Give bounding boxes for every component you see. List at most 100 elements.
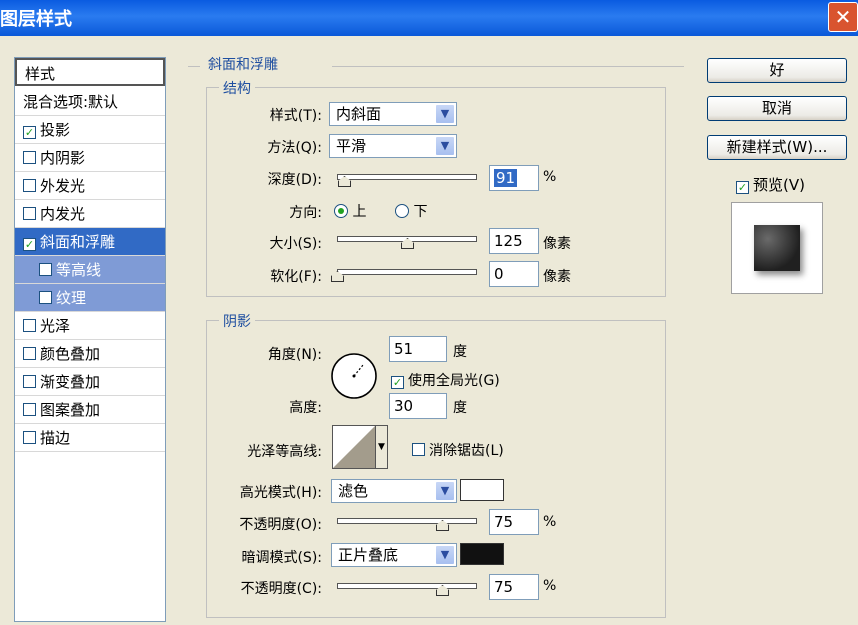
highlight-mode-label: 高光模式(H):	[239, 485, 322, 501]
highlight-opacity-slider[interactable]	[337, 515, 477, 531]
bevel-emboss-legend: 斜面和浮雕	[204, 54, 282, 74]
style-list-item-label: 内阴影	[40, 149, 86, 167]
style-list-item-label: 图案叠加	[40, 401, 101, 419]
gloss-contour-picker[interactable]: ▼	[332, 425, 388, 469]
structure-group: 结构 样式(T): 内斜面 ▼ 方法(Q): 平滑 ▼ 深度(D): 91 % …	[206, 78, 666, 297]
soften-slider[interactable]	[331, 266, 477, 282]
ok-button[interactable]: 好	[707, 58, 847, 83]
divider	[332, 66, 684, 67]
direction-up-radio[interactable]: 上	[334, 201, 366, 221]
style-list-item[interactable]: 光泽	[15, 312, 165, 340]
checkbox-icon[interactable]	[23, 179, 36, 192]
style-list-item[interactable]: ✓ 投影	[15, 116, 165, 144]
depth-input[interactable]: 91	[489, 165, 539, 191]
chevron-down-icon: ▼	[435, 545, 455, 565]
style-list-item-label: 渐变叠加	[40, 373, 101, 391]
checkmark-icon: ✓	[391, 376, 404, 389]
chevron-down-icon: ▼	[435, 104, 455, 124]
close-icon: ✕	[834, 5, 852, 29]
style-list-item-label: 斜面和浮雕	[40, 233, 116, 251]
shadow-color-swatch[interactable]	[460, 543, 504, 565]
close-button[interactable]: ✕	[828, 2, 858, 32]
preview-thumbnail	[731, 202, 823, 294]
altitude-label: 高度:	[289, 400, 322, 416]
checkbox-icon[interactable]	[39, 291, 52, 304]
checkmark-icon[interactable]: ✓	[23, 126, 36, 139]
altitude-input[interactable]: 30	[389, 393, 447, 419]
shadow-opacity-slider[interactable]	[337, 580, 477, 596]
size-input[interactable]: 125	[489, 228, 539, 254]
title-bar: 图层样式 ✕	[0, 0, 858, 36]
cancel-button[interactable]: 取消	[707, 96, 847, 121]
highlight-opacity-label: 不透明度(O):	[239, 517, 322, 533]
checkbox-icon[interactable]	[23, 347, 36, 360]
style-list-item-label: 混合选项:默认	[23, 93, 119, 111]
style-list-header[interactable]: 样式	[15, 58, 165, 86]
direction-label: 方向:	[289, 205, 322, 221]
checkbox-icon[interactable]	[23, 207, 36, 220]
style-list-item[interactable]: 内阴影	[15, 144, 165, 172]
shadow-opacity-label: 不透明度(C):	[240, 581, 322, 597]
technique-select[interactable]: 平滑 ▼	[329, 134, 457, 158]
highlight-mode-value: 滤色	[338, 482, 369, 500]
highlight-opacity-input[interactable]: 75	[489, 509, 539, 535]
shading-legend: 阴影	[219, 311, 255, 331]
checkmark-icon[interactable]: ✓	[23, 238, 36, 251]
angle-label: 角度(N):	[267, 347, 322, 363]
chevron-down-icon: ▼	[435, 481, 455, 501]
style-list-item-label: 颜色叠加	[40, 345, 101, 363]
depth-label: 深度(D):	[267, 172, 322, 188]
shadow-mode-select[interactable]: 正片叠底 ▼	[331, 543, 457, 567]
style-list-item[interactable]: 渐变叠加	[15, 368, 165, 396]
preview-swatch	[754, 225, 800, 271]
checkbox-icon[interactable]	[23, 319, 36, 332]
highlight-color-swatch[interactable]	[460, 479, 504, 501]
style-list-item-label: 纹理	[56, 289, 87, 307]
style-list-item[interactable]: 图案叠加	[15, 396, 165, 424]
antialias-checkbox[interactable]: 消除锯齿(L)	[412, 440, 504, 460]
style-list-item[interactable]: 描边	[15, 424, 165, 452]
style-label: 样式(T):	[269, 108, 322, 124]
shadow-mode-value: 正片叠底	[338, 546, 399, 564]
soften-label: 软化(F):	[270, 269, 322, 285]
angle-input[interactable]: 51	[389, 336, 447, 362]
checkbox-icon[interactable]	[23, 151, 36, 164]
size-slider[interactable]	[337, 233, 477, 249]
highlight-mode-select[interactable]: 滤色 ▼	[331, 479, 457, 503]
angle-unit: 度	[453, 344, 467, 360]
style-list-item[interactable]: 外发光	[15, 172, 165, 200]
style-list-item[interactable]: ✓ 斜面和浮雕	[15, 228, 165, 256]
highlight-opacity-unit: %	[543, 514, 557, 530]
checkbox-icon[interactable]	[23, 375, 36, 388]
chevron-down-icon: ▼	[375, 426, 387, 468]
style-list-item[interactable]: 纹理	[15, 284, 165, 312]
depth-slider[interactable]	[337, 171, 477, 187]
shadow-opacity-input[interactable]: 75	[489, 574, 539, 600]
style-list-item[interactable]: 混合选项:默认	[15, 88, 165, 116]
gloss-contour-label: 光泽等高线:	[247, 444, 322, 460]
global-light-checkbox[interactable]: ✓ 使用全局光(G)	[391, 370, 500, 390]
style-list-item[interactable]: 内发光	[15, 200, 165, 228]
depth-unit: %	[543, 169, 557, 185]
checkbox-icon[interactable]	[39, 263, 52, 276]
style-list-item[interactable]: 等高线	[15, 256, 165, 284]
soften-unit: 像素	[543, 269, 571, 285]
direction-down-radio[interactable]: 下	[395, 201, 427, 221]
style-list-item[interactable]: 颜色叠加	[15, 340, 165, 368]
new-style-button[interactable]: 新建样式(W)...	[707, 135, 847, 160]
window-title: 图层样式	[0, 9, 72, 30]
checkbox-icon[interactable]	[23, 431, 36, 444]
technique-select-value: 平滑	[336, 137, 367, 155]
style-select-value: 内斜面	[336, 105, 382, 123]
checkbox-icon[interactable]	[23, 403, 36, 416]
checkmark-icon: ✓	[736, 181, 749, 194]
style-select[interactable]: 内斜面 ▼	[329, 102, 457, 126]
angle-dial[interactable]	[329, 351, 379, 401]
contour-preview-icon	[333, 426, 375, 468]
technique-label: 方法(Q):	[267, 140, 322, 156]
soften-input[interactable]: 0	[489, 261, 539, 287]
preview-checkbox[interactable]: ✓ 预览(V)	[736, 174, 805, 195]
style-list-item-label: 外发光	[40, 177, 86, 195]
shadow-opacity-unit: %	[543, 578, 557, 594]
style-list-item-label: 描边	[40, 429, 71, 447]
